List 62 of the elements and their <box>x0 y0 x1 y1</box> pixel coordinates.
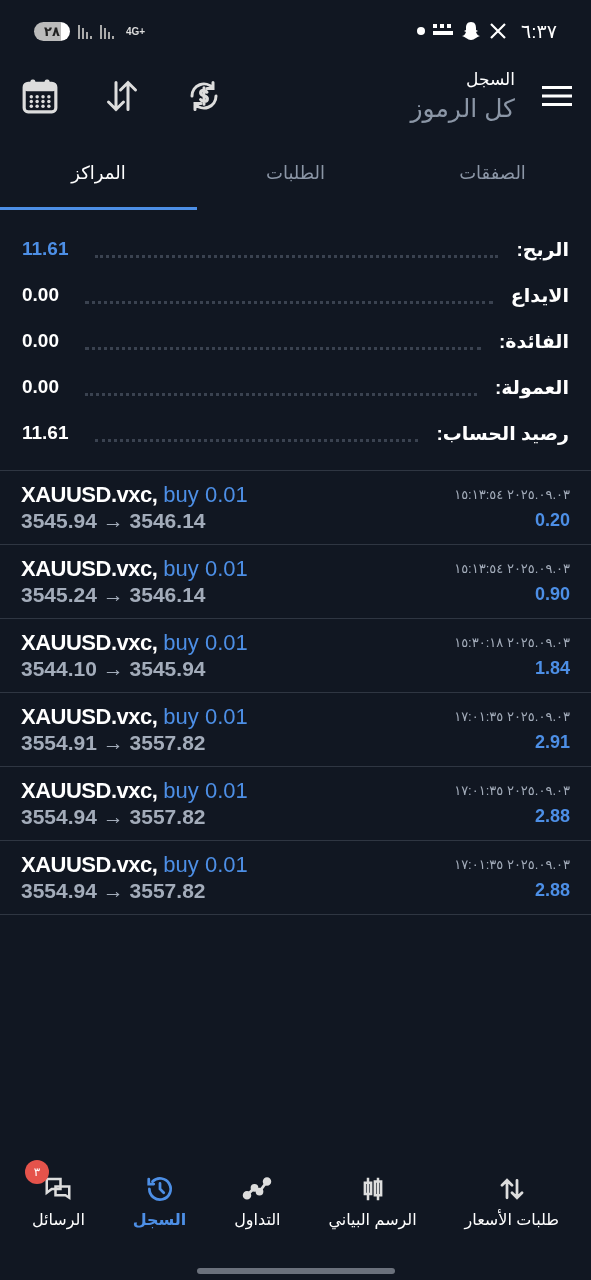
page-title: السجل <box>466 69 515 90</box>
nav-tab[interactable]: التداول <box>230 1160 285 1248</box>
summary-value: 0.00 <box>22 284 59 306</box>
symbol-filter[interactable]: كل الرموز <box>410 94 515 123</box>
trade-time: ٢٠٢٥.٠٩.٠٣ ١٧:٠١:٣٥ <box>454 707 570 726</box>
summary-value: 0.00 <box>22 330 59 352</box>
trade-time: ٢٠٢٥.٠٩.٠٣ ١٥:٣٠:١٨ <box>454 633 570 652</box>
trade-profit: 2.88 <box>534 804 570 828</box>
trade-side: buy 0.01 <box>163 629 248 656</box>
trade-symbol: XAUUSD.vxc, <box>21 851 158 878</box>
unread-badge: ٣ <box>24 1160 49 1184</box>
trade-side: buy 0.01 <box>163 555 248 582</box>
summary-label: العمولة: <box>495 375 569 399</box>
battery-indicator: ٢٨ <box>34 21 70 41</box>
trade-side: buy 0.01 <box>163 481 248 508</box>
trade-prices: 3554.91 → 3557.82 <box>21 729 206 756</box>
trade-profit: 2.88 <box>534 878 570 902</box>
clock: ٦:٣٧ <box>521 19 557 43</box>
summary-value: 0.00 <box>22 376 59 398</box>
history-clock-icon <box>144 1174 175 1204</box>
nav-tab[interactable]: الرسائل ٣ <box>27 1160 89 1248</box>
nav-tab[interactable]: طلبات الأسعار <box>460 1160 564 1248</box>
summary-label: الايداع <box>510 283 569 307</box>
up-down-arrows-icon <box>104 78 140 114</box>
ghost-icon <box>461 21 482 41</box>
trade-time: ٢٠٢٥.٠٩.٠٣ ١٥:١٣:٥٤ <box>454 559 570 578</box>
trade-profit: 0.90 <box>534 582 570 606</box>
calendar-button[interactable] <box>20 76 60 116</box>
trade-prices: 3545.24 → 3546.14 <box>21 581 206 608</box>
trade-profit: 1.84 <box>534 656 570 680</box>
nav-tab[interactable]: الرسم البياني <box>324 1160 421 1248</box>
trade-prices: 3554.94 → 3557.82 <box>21 877 206 904</box>
dot-icon <box>417 27 426 35</box>
trade-profit: 2.91 <box>534 730 570 754</box>
summary-value: 11.61 <box>22 238 69 260</box>
tab[interactable]: الصفقات <box>394 130 591 210</box>
x-logo-icon <box>489 22 508 40</box>
trade-symbol: XAUUSD.vxc, <box>21 703 158 730</box>
trade-side: buy 0.01 <box>163 777 248 804</box>
trade-symbol: XAUUSD.vxc, <box>21 777 158 804</box>
tab[interactable]: الطلبات <box>197 130 394 210</box>
summary-label: الربح: <box>516 237 569 261</box>
trade-profit: 0.20 <box>534 508 570 532</box>
trade-symbol: XAUUSD.vxc, <box>21 555 158 582</box>
nav-tab[interactable]: السجل <box>128 1160 191 1248</box>
tab[interactable]: المراكز <box>0 130 197 210</box>
trade-prices: 3544.10 → 3545.94 <box>21 655 206 682</box>
calendar-icon <box>21 77 59 115</box>
trade-side: buy 0.01 <box>163 703 248 730</box>
trade-symbol: XAUUSD.vxc, <box>21 629 158 656</box>
trade-time: ٢٠٢٥.٠٩.٠٣ ١٧:٠١:٣٥ <box>454 781 570 800</box>
trade-prices: 3545.94 → 3546.14 <box>21 507 206 534</box>
menu-icon <box>542 85 572 107</box>
trade-time: ٢٠٢٥.٠٩.٠٣ ١٥:١٣:٥٤ <box>454 485 570 504</box>
trade-side: buy 0.01 <box>163 851 248 878</box>
trade-time: ٢٠٢٥.٠٩.٠٣ ١٧:٠١:٣٥ <box>454 855 570 874</box>
summary-value: 11.61 <box>22 422 69 444</box>
trade-symbol: XAUUSD.vxc, <box>21 481 158 508</box>
summary-label: الفائدة: <box>498 329 569 353</box>
summary-label: رصيد الحساب: <box>436 421 569 445</box>
trade-prices: 3554.94 → 3557.82 <box>21 803 206 830</box>
network-type: 4G+ <box>125 25 146 37</box>
